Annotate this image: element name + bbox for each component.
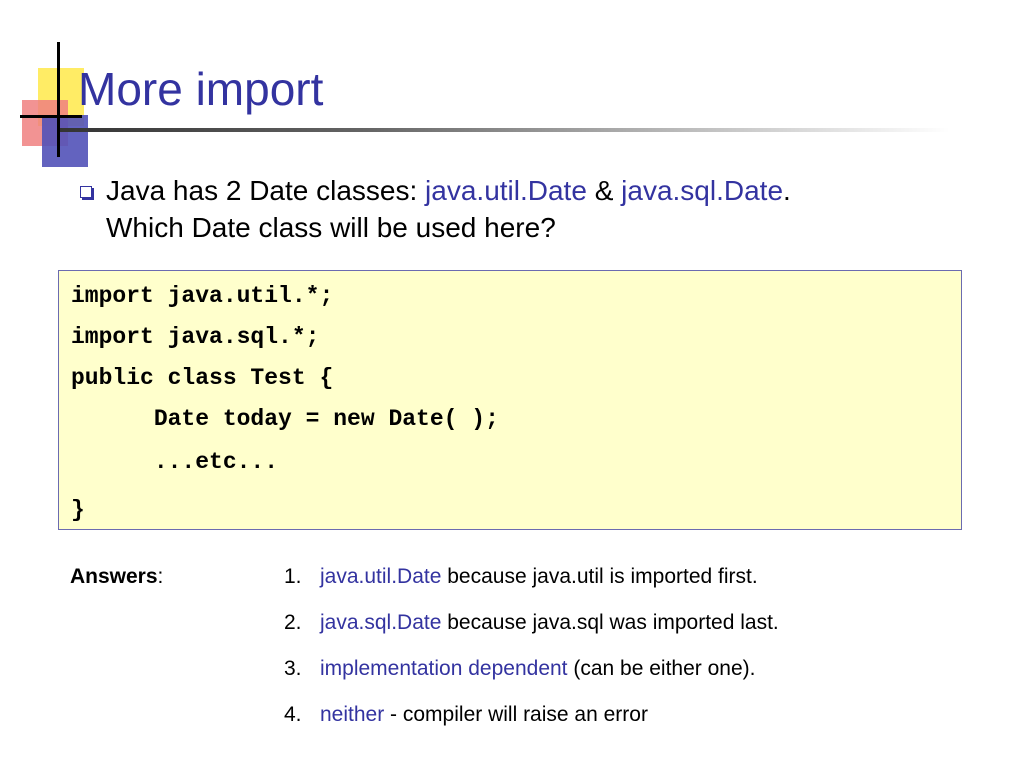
answer-highlight: neither xyxy=(320,703,385,726)
answer-text: because java.util is imported first. xyxy=(441,565,758,588)
bullet-intro: Java has 2 Date classes: xyxy=(106,175,426,206)
bullet-period: . xyxy=(783,175,791,206)
code-line: public class Test { xyxy=(71,365,334,391)
answer-highlight: implementation dependent xyxy=(320,657,568,680)
code-line: ...etc... xyxy=(71,449,279,475)
answer-number: 4. xyxy=(284,703,302,726)
slide-title: More import xyxy=(78,63,324,115)
answer-item: 3. implementation dependent (can be eithe… xyxy=(284,657,755,681)
title-underline xyxy=(60,128,950,132)
bullet-question: Which Date class will be used here? xyxy=(106,212,556,243)
code-line: } xyxy=(71,497,85,523)
code-line: import java.sql.*; xyxy=(71,324,320,350)
answers-label: Answers: xyxy=(70,565,163,589)
answer-number: 3. xyxy=(284,657,302,680)
answer-text: - compiler will raise an error xyxy=(384,703,648,726)
answer-text: because java.sql was imported last. xyxy=(441,611,779,634)
answers-label-colon: : xyxy=(157,565,164,588)
bullet-ampersand: & xyxy=(586,175,622,206)
answer-text: (can be either one). xyxy=(567,657,756,680)
answer-item: 4. neither - compiler will raise an error xyxy=(284,703,648,727)
bullet-class-sql-date: java.sql.Date xyxy=(621,175,784,206)
answer-number: 2. xyxy=(284,611,302,634)
code-block: import java.util.*; import java.sql.*; p… xyxy=(58,270,962,530)
answer-item: 2. java.sql.Date because java.sql was imp… xyxy=(284,611,779,635)
square-bullet-icon xyxy=(80,186,92,198)
answer-number: 1. xyxy=(284,565,302,588)
answer-highlight: java.util.Date xyxy=(320,565,442,588)
logo-vertical-line xyxy=(57,42,60,157)
bullet-class-util-date: java.util.Date xyxy=(425,175,587,206)
bullet-text: Java has 2 Date classes: java.util.Date … xyxy=(106,172,986,246)
code-line: import java.util.*; xyxy=(71,283,334,309)
answers-label-text: Answers xyxy=(70,565,158,588)
answer-highlight: java.sql.Date xyxy=(320,611,442,634)
code-line: Date today = new Date( ); xyxy=(71,406,499,432)
logo-blue-square xyxy=(42,115,88,167)
logo-horizontal-line xyxy=(20,115,82,118)
answer-item: 1. java.util.Date because java.util is im… xyxy=(284,565,758,589)
